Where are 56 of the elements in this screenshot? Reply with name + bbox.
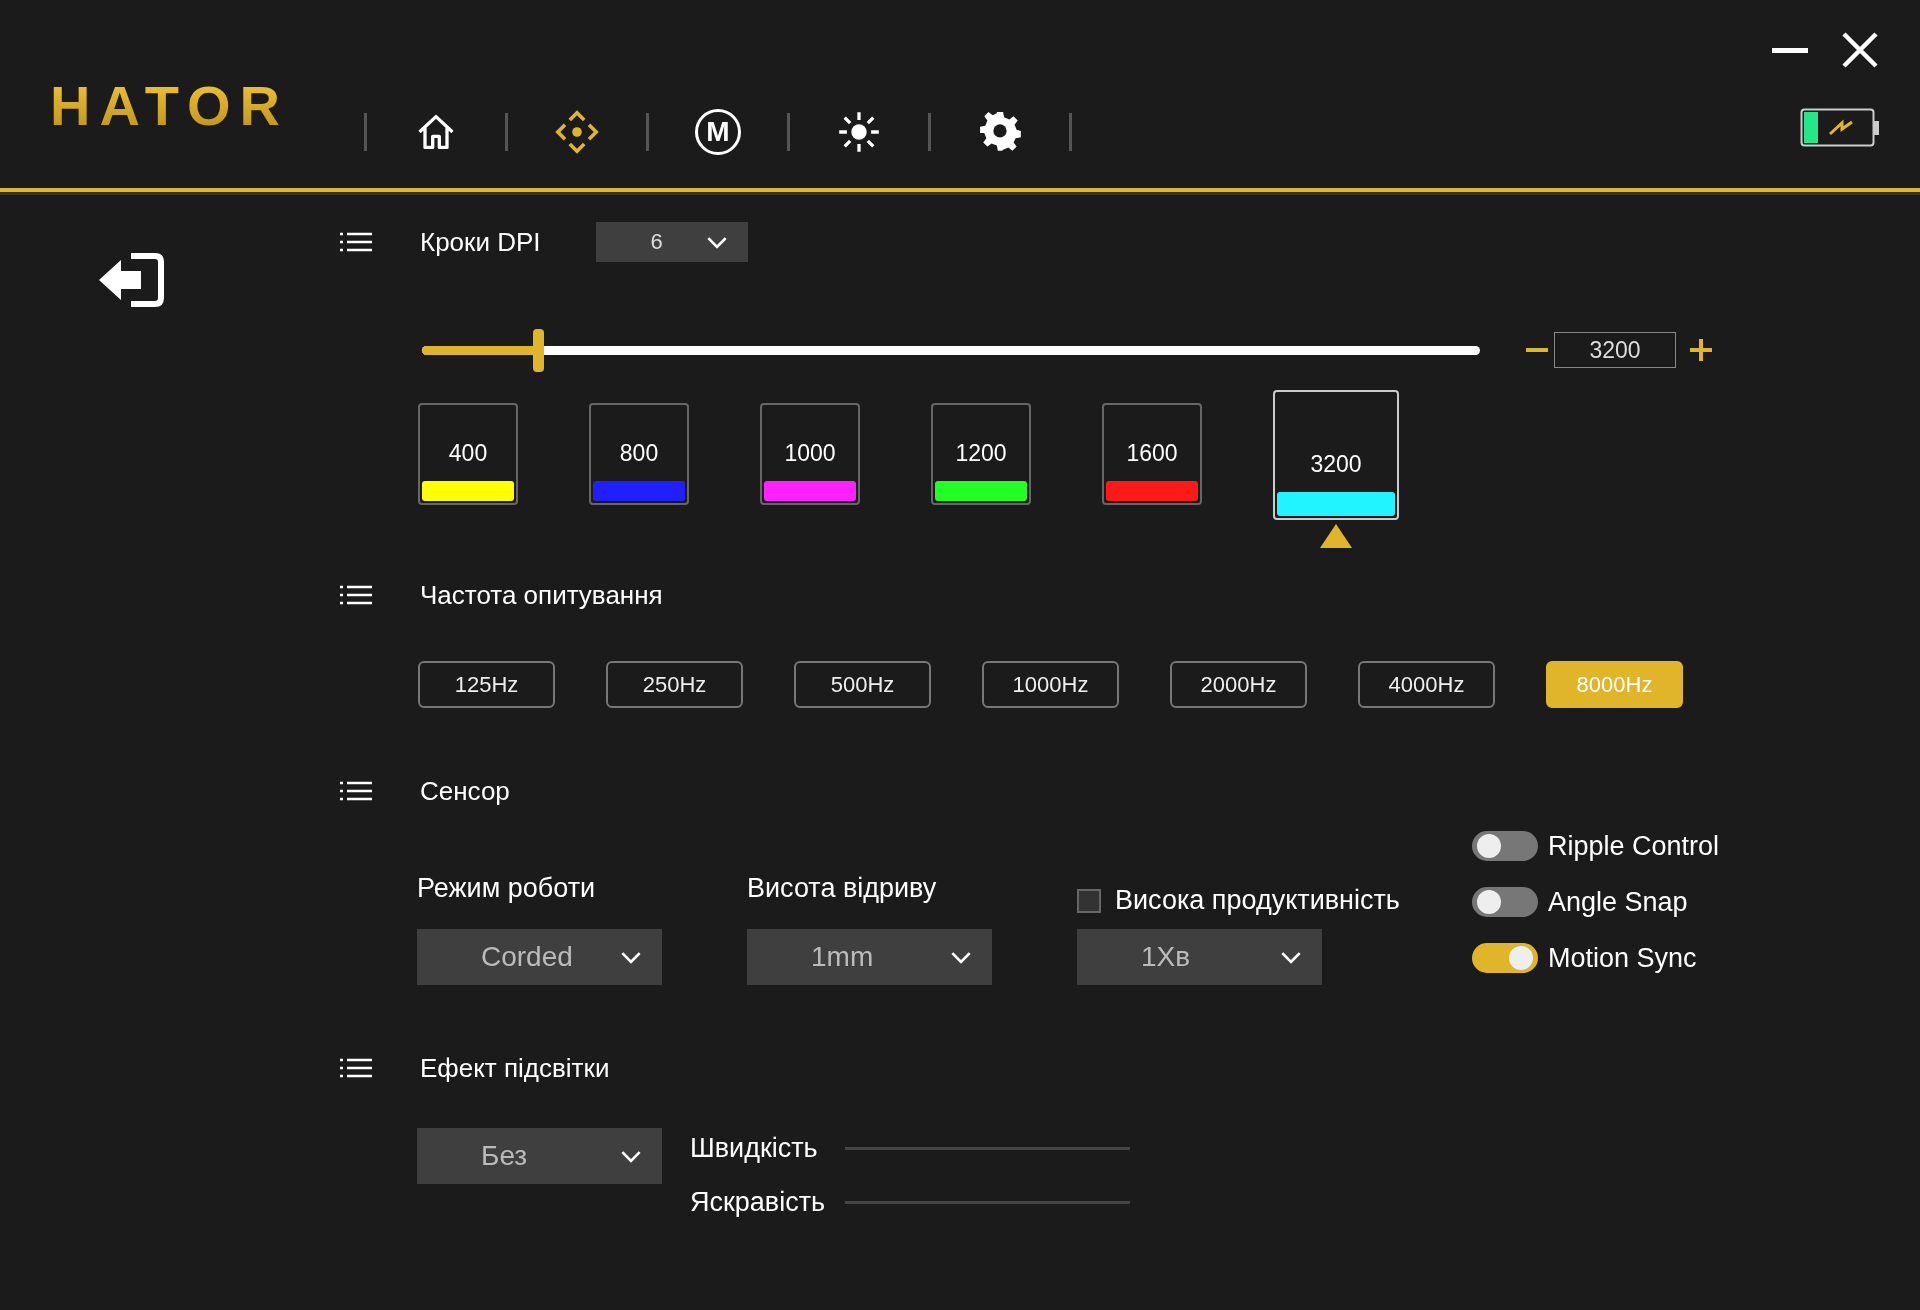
chevron-down-icon bbox=[950, 950, 972, 964]
section-title: Частота опитування bbox=[420, 579, 663, 611]
section-title: Сенсор bbox=[420, 775, 510, 807]
checkbox[interactable] bbox=[1077, 889, 1101, 913]
effect-dropdown[interactable]: Без bbox=[417, 1128, 662, 1184]
sun-icon bbox=[836, 110, 881, 154]
selection-indicator-icon bbox=[1319, 523, 1353, 549]
dpi-stage[interactable]: 400 bbox=[418, 403, 518, 505]
dpi-stage[interactable]: 1000 bbox=[760, 403, 860, 505]
polling-rate-button[interactable]: 2000Hz bbox=[1170, 661, 1307, 708]
menu-icon[interactable] bbox=[340, 232, 372, 252]
chevron-down-icon bbox=[1280, 950, 1302, 964]
toggle-switch[interactable] bbox=[1472, 943, 1538, 973]
dpi-steps-dropdown[interactable]: 6 bbox=[595, 222, 748, 262]
toggle-label: Ripple Control bbox=[1548, 830, 1720, 862]
dpi-stage[interactable]: 3200 bbox=[1273, 390, 1399, 520]
plus-icon[interactable] bbox=[1689, 338, 1713, 362]
close-button[interactable] bbox=[1840, 30, 1880, 70]
checkbox-label: Висока продуктивність bbox=[1115, 885, 1400, 917]
dropdown[interactable]: 1mm bbox=[747, 929, 992, 985]
m-circle-icon: M bbox=[694, 109, 741, 155]
dpi-stage[interactable]: 1600 bbox=[1102, 403, 1202, 505]
slider-track[interactable] bbox=[845, 1146, 1130, 1150]
toggle-switch[interactable] bbox=[1472, 831, 1538, 861]
menu-icon[interactable] bbox=[340, 585, 372, 605]
toggle-label: Angle Snap bbox=[1548, 886, 1688, 918]
toggle-label: Motion Sync bbox=[1548, 942, 1697, 974]
slider-label: Швидкість bbox=[690, 1132, 819, 1164]
close-icon bbox=[1840, 30, 1880, 70]
section-title: Кроки DPI bbox=[420, 226, 541, 258]
polling-rate-button[interactable]: 1000Hz bbox=[982, 661, 1119, 708]
menu-icon[interactable] bbox=[340, 1058, 372, 1078]
battery-charging-icon bbox=[1800, 108, 1880, 148]
field-label: Висота відриву bbox=[747, 873, 938, 905]
macro-tab[interactable]: M bbox=[648, 104, 787, 160]
section-title: Ефект підсвітки bbox=[420, 1052, 610, 1084]
menu-icon[interactable] bbox=[340, 781, 372, 801]
dropdown[interactable]: Corded bbox=[417, 929, 662, 985]
dropdown[interactable]: 1Хв bbox=[1077, 929, 1322, 985]
dpi-stage[interactable]: 800 bbox=[589, 403, 689, 505]
chevron-down-icon bbox=[620, 950, 642, 964]
dpi-value-field[interactable]: 3200 bbox=[1554, 332, 1676, 368]
dpi-slider[interactable] bbox=[422, 328, 1480, 372]
toggle-switch[interactable] bbox=[1472, 887, 1538, 917]
slider-track[interactable] bbox=[845, 1200, 1130, 1204]
minimize-icon bbox=[1772, 47, 1808, 53]
polling-rate-button[interactable]: 125Hz bbox=[418, 661, 555, 708]
chevron-down-icon bbox=[705, 235, 728, 249]
settings-icon bbox=[977, 110, 1022, 154]
slider-label: Яскравість bbox=[690, 1186, 827, 1218]
polling-rate-button[interactable]: 250Hz bbox=[606, 661, 743, 708]
polling-rate-button[interactable]: 500Hz bbox=[794, 661, 931, 708]
field-label: Режим роботи bbox=[417, 873, 597, 905]
chevron-down-icon bbox=[620, 1149, 642, 1163]
polling-rate-button[interactable]: 4000Hz bbox=[1358, 661, 1495, 708]
dpi-stage[interactable]: 1200 bbox=[931, 403, 1031, 505]
